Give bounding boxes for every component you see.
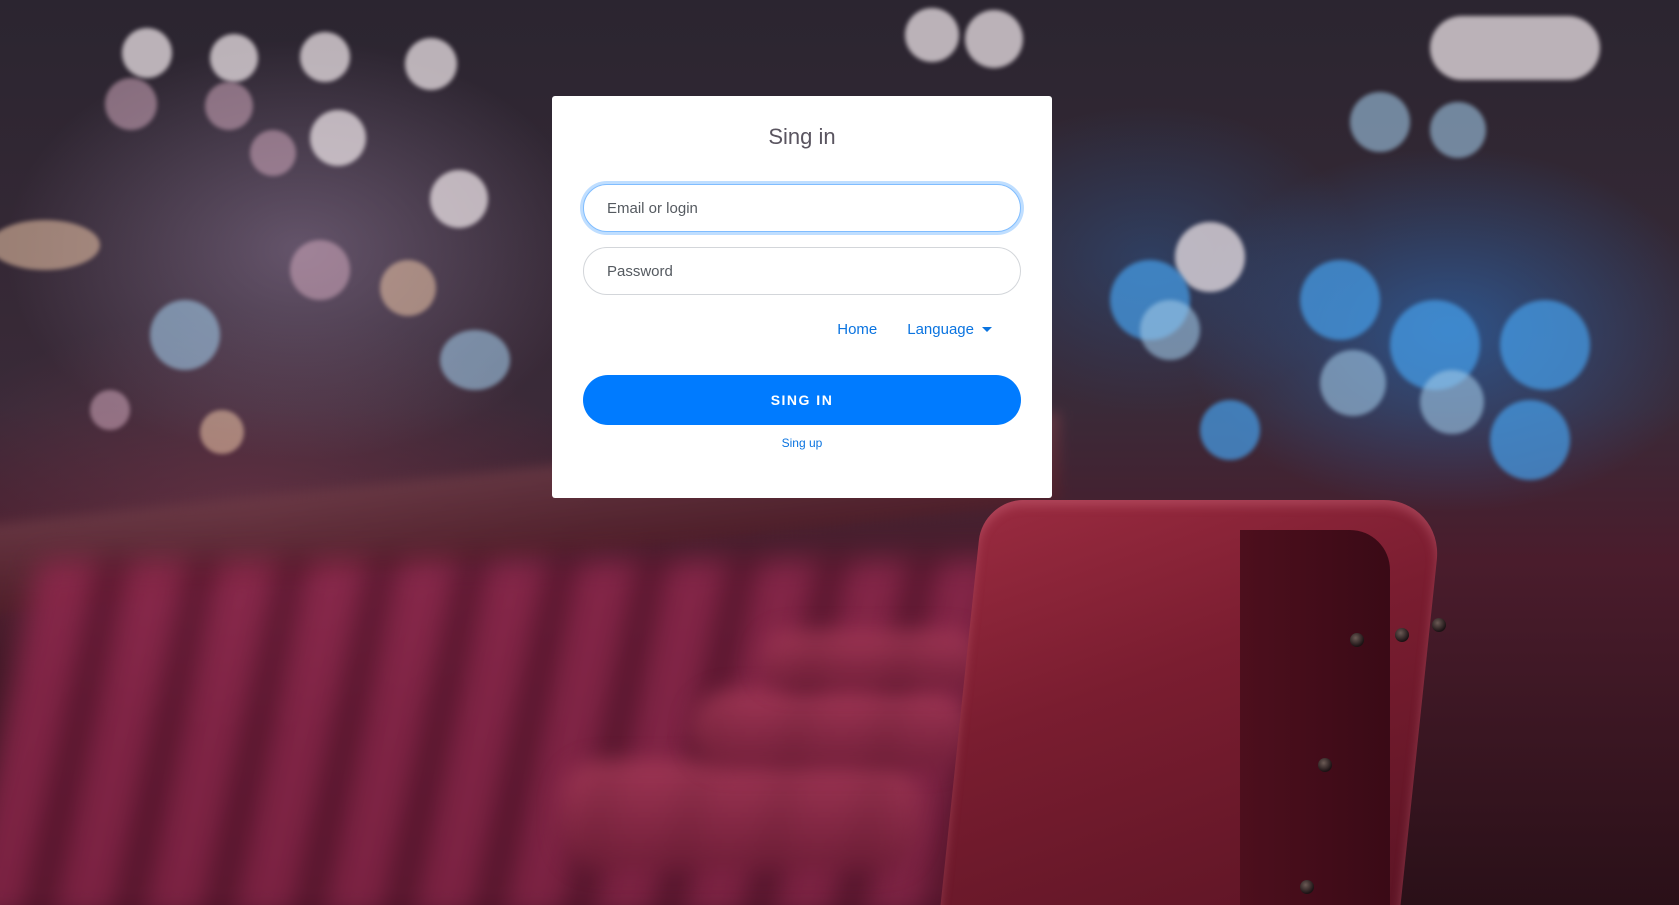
bokeh-light <box>250 130 296 176</box>
rivet-decor <box>1300 880 1314 894</box>
bokeh-light <box>430 170 488 228</box>
password-input[interactable] <box>583 247 1021 295</box>
language-dropdown[interactable]: Language <box>907 321 992 338</box>
bokeh-light <box>122 28 172 78</box>
home-link[interactable]: Home <box>837 321 877 338</box>
bokeh-light <box>1500 300 1590 390</box>
language-label: Language <box>907 321 974 338</box>
bokeh-light <box>1490 400 1570 480</box>
bokeh-light <box>290 240 350 300</box>
bokeh-light <box>1200 400 1260 460</box>
caret-down-icon <box>982 327 992 332</box>
bokeh-light <box>905 8 959 62</box>
email-input[interactable] <box>583 184 1021 232</box>
login-links: Home Language <box>837 321 992 338</box>
login-page: Sing in Home Language SING IN Sing up <box>0 0 1679 905</box>
bokeh-light <box>1350 92 1410 152</box>
sign-in-button[interactable]: SING IN <box>583 375 1021 425</box>
bokeh-light <box>205 82 253 130</box>
sign-up-link[interactable]: Sing up <box>782 436 823 450</box>
bokeh-light <box>965 10 1023 68</box>
stool-decor <box>560 760 920 870</box>
bokeh-light <box>150 300 220 370</box>
bokeh-light <box>1430 102 1486 158</box>
chair-side-decor <box>1240 530 1390 905</box>
bokeh-light <box>310 110 366 166</box>
login-title: Sing in <box>768 124 836 149</box>
bokeh-light <box>440 330 510 390</box>
login-card: Sing in Home Language SING IN Sing up <box>552 96 1052 498</box>
bokeh-light <box>1420 370 1484 434</box>
bokeh-light <box>1320 350 1386 416</box>
stool-decor <box>760 630 980 690</box>
rivet-decor <box>1318 758 1332 772</box>
signup-row: Sing up <box>552 436 1052 450</box>
bokeh-light <box>300 32 350 82</box>
bokeh-light <box>1430 16 1600 80</box>
rivet-decor <box>1350 633 1364 647</box>
bokeh-light <box>380 260 436 316</box>
bokeh-light <box>105 78 157 130</box>
bokeh-light <box>200 410 244 454</box>
bokeh-light <box>210 34 258 82</box>
bokeh-light <box>0 220 100 270</box>
rivet-decor <box>1395 628 1409 642</box>
bokeh-light <box>405 38 457 90</box>
stool-decor <box>690 690 970 770</box>
bokeh-light <box>1140 300 1200 360</box>
bokeh-light <box>1300 260 1380 340</box>
bokeh-light <box>90 390 130 430</box>
rivet-decor <box>1432 618 1446 632</box>
